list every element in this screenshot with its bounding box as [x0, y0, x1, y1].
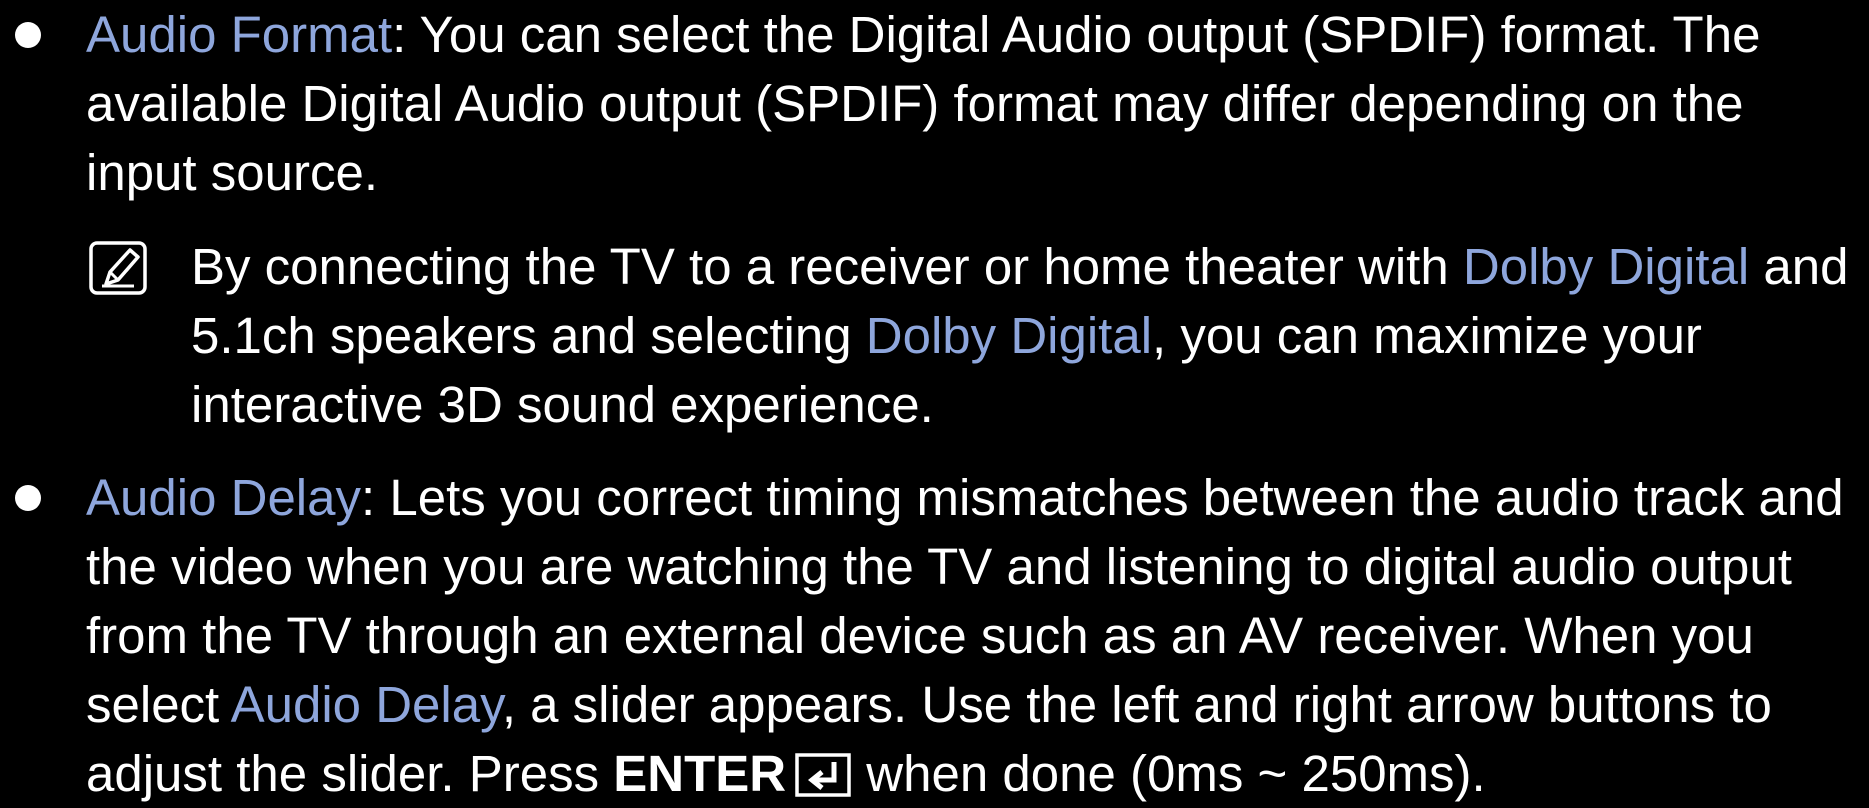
- term-audio-delay: Audio Delay: [86, 469, 361, 526]
- audio-delay-description-3: when done (0ms ~ 250ms).: [852, 745, 1486, 802]
- note-text-1: By connecting the TV to a receiver or ho…: [191, 238, 1463, 295]
- enter-key-icon: [795, 753, 851, 797]
- term-dolby-digital-2: Dolby Digital: [865, 307, 1153, 364]
- term-audio-delay-2: Audio Delay: [230, 676, 502, 733]
- bullet-dot: [15, 22, 41, 48]
- term-audio-format: Audio Format: [86, 6, 393, 63]
- bullet-dot: [15, 485, 41, 511]
- bullet-item-audio-format: Audio Format: You can select the Digital…: [15, 0, 1866, 207]
- note-icon: [89, 241, 147, 295]
- term-dolby-digital: Dolby Digital: [1462, 238, 1750, 295]
- bullet-item-audio-delay: Audio Delay: Lets you correct timing mis…: [15, 463, 1866, 808]
- note-dolby-digital: By connecting the TV to a receiver or ho…: [89, 232, 1866, 439]
- enter-key-label: ENTER: [613, 745, 787, 802]
